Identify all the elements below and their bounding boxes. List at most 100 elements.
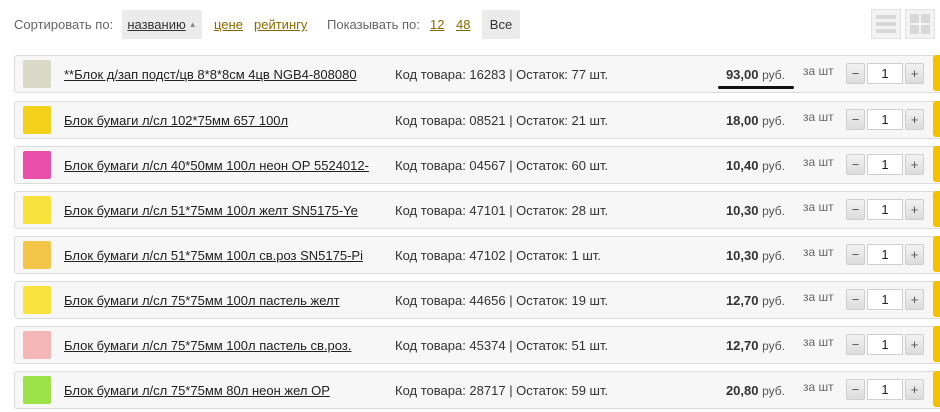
increase-quantity-button[interactable]: + (905, 63, 924, 84)
product-price: 12,70 руб. (726, 338, 785, 353)
price-value: 10,30 (725, 248, 759, 263)
increase-quantity-button[interactable]: + (905, 244, 924, 265)
product-meta: Код товара: 08521 | Остаток: 21 шт. (395, 113, 609, 128)
price-unit: за шт (803, 200, 834, 214)
add-to-cart-button[interactable] (933, 146, 940, 182)
product-row: Блок бумаги л/сл 102*75мм 657 100л Код то… (14, 101, 940, 139)
price-value: 12,70 (725, 338, 759, 353)
quantity-stepper: −1 + (846, 109, 924, 130)
show-48-link[interactable]: 48 (456, 17, 470, 32)
product-meta: Код товара: 04567 | Остаток: 60 шт. (395, 158, 609, 173)
quantity-input[interactable]: 1 (867, 289, 903, 310)
price-currency: руб. (762, 294, 785, 308)
quantity-input[interactable]: 1 (867, 199, 903, 220)
product-price: 18,00 руб. (726, 113, 785, 128)
quantity-input[interactable]: 1 (867, 63, 903, 84)
price-value: 18,00 (725, 113, 759, 128)
price-currency: руб. (762, 159, 785, 173)
product-name-link[interactable]: Блок бумаги л/сл 75*75мм 100л пастель св… (64, 338, 351, 353)
product-name-link[interactable]: Блок бумаги л/сл 75*75мм 80л неон жел ОР (64, 383, 330, 398)
sort-by-price-link[interactable]: цене (214, 17, 243, 32)
price-unit: за шт (803, 110, 834, 124)
decrease-quantity-button[interactable]: − (846, 199, 865, 220)
add-to-cart-button[interactable] (933, 326, 940, 362)
add-to-cart-button[interactable] (933, 191, 940, 227)
price-unit: за шт (803, 335, 834, 349)
price-unit: за шт (803, 155, 834, 169)
quantity-stepper: −1 + (846, 63, 924, 84)
show-12-link[interactable]: 12 (430, 17, 444, 32)
quantity-input[interactable]: 1 (867, 109, 903, 130)
quantity-input[interactable]: 1 (867, 379, 903, 400)
product-row: Блок бумаги л/сл 51*75мм 100л св.роз SN5… (14, 236, 940, 274)
sort-by-name-button[interactable]: названию ▲ (122, 10, 202, 39)
product-price: 20,80 руб. (726, 383, 785, 398)
quantity-stepper: −1 + (846, 289, 924, 310)
product-name-link[interactable]: Блок бумаги л/сл 75*75мм 100л пастель же… (64, 293, 340, 308)
decrease-quantity-button[interactable]: − (846, 244, 865, 265)
grid-view-button[interactable] (905, 9, 935, 39)
add-to-cart-button[interactable] (933, 281, 940, 317)
increase-quantity-button[interactable]: + (905, 334, 924, 355)
add-to-cart-button[interactable] (933, 236, 940, 272)
quantity-stepper: −1 + (846, 244, 924, 265)
product-row: Блок бумаги л/сл 75*75мм 100л пастель св… (14, 326, 940, 364)
quantity-input[interactable]: 1 (867, 334, 903, 355)
decrease-quantity-button[interactable]: − (846, 379, 865, 400)
add-to-cart-button[interactable] (933, 55, 940, 91)
product-thumbnail[interactable] (23, 286, 51, 314)
product-name-link[interactable]: Блок бумаги л/сл 102*75мм 657 100л (64, 113, 288, 128)
show-all-button[interactable]: Все (482, 10, 520, 39)
product-name-link[interactable]: Блок бумаги л/сл 51*75мм 100л желт SN517… (64, 203, 358, 218)
sort-by-rating-link[interactable]: рейтингу (254, 17, 307, 32)
increase-quantity-button[interactable]: + (905, 154, 924, 175)
product-row: Блок бумаги л/сл 51*75мм 100л желт SN517… (14, 191, 940, 229)
product-price: 93,00 руб. (726, 67, 785, 82)
price-currency: руб. (762, 68, 785, 82)
product-price: 10,30 руб. (726, 248, 785, 263)
product-meta: Код товара: 16283 | Остаток: 77 шт. (395, 67, 609, 82)
add-to-cart-button[interactable] (933, 101, 940, 137)
price-unit: за шт (803, 290, 834, 304)
list-view-button[interactable] (871, 9, 901, 39)
price-highlight-mark (718, 86, 794, 89)
grid-view-icon (910, 14, 930, 34)
product-thumbnail[interactable] (23, 106, 51, 134)
product-thumbnail[interactable] (23, 376, 51, 404)
price-currency: руб. (762, 204, 785, 218)
price-value: 20,80 (725, 383, 759, 398)
product-name-link[interactable]: Блок бумаги л/сл 51*75мм 100л св.роз SN5… (64, 248, 363, 263)
price-unit: за шт (803, 245, 834, 259)
product-thumbnail[interactable] (23, 60, 51, 88)
product-thumbnail[interactable] (23, 331, 51, 359)
product-thumbnail[interactable] (23, 151, 51, 179)
show-label: Показывать по: (327, 17, 420, 32)
product-meta: Код товара: 44656 | Остаток: 19 шт. (395, 293, 609, 308)
add-to-cart-button[interactable] (933, 371, 940, 407)
price-unit: за шт (803, 380, 834, 394)
sort-label: Сортировать по: (14, 17, 114, 32)
price-value: 10,30 (725, 203, 759, 218)
sort-by-name-label: названию (127, 17, 186, 32)
decrease-quantity-button[interactable]: − (846, 154, 865, 175)
increase-quantity-button[interactable]: + (905, 379, 924, 400)
sort-caret-icon: ▲ (188, 20, 197, 29)
increase-quantity-button[interactable]: + (905, 289, 924, 310)
increase-quantity-button[interactable]: + (905, 199, 924, 220)
decrease-quantity-button[interactable]: − (846, 334, 865, 355)
decrease-quantity-button[interactable]: − (846, 289, 865, 310)
quantity-stepper: −1 + (846, 199, 924, 220)
price-currency: руб. (762, 384, 785, 398)
product-meta: Код товара: 47102 | Остаток: 1 шт. (395, 248, 601, 263)
product-name-link[interactable]: Блок бумаги л/сл 40*50мм 100л неон ОР 55… (64, 158, 369, 173)
increase-quantity-button[interactable]: + (905, 109, 924, 130)
quantity-stepper: −1 + (846, 379, 924, 400)
product-thumbnail[interactable] (23, 241, 51, 269)
quantity-input[interactable]: 1 (867, 244, 903, 265)
product-thumbnail[interactable] (23, 196, 51, 224)
decrease-quantity-button[interactable]: − (846, 63, 865, 84)
quantity-input[interactable]: 1 (867, 154, 903, 175)
decrease-quantity-button[interactable]: − (846, 109, 865, 130)
product-name-link[interactable]: **Блок д/зап подст/цв 8*8*8см 4цв NGB4-8… (64, 67, 357, 82)
price-currency: руб. (762, 249, 785, 263)
